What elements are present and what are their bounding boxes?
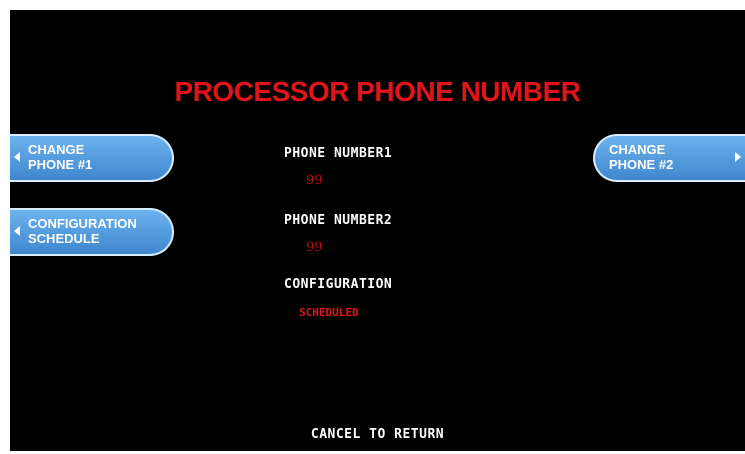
page-title: PROCESSOR PHONE NUMBER — [174, 76, 581, 107]
configuration-schedule-label-line1: CONFIGURATION — [28, 216, 137, 231]
phone-number1-label: PHONE NUMBER1 — [284, 146, 393, 161]
phone-number2-label: PHONE NUMBER2 — [284, 213, 393, 228]
left-pointer-icon — [14, 226, 20, 236]
configuration-schedule-label-line2: SCHEDULE — [28, 231, 100, 246]
cancel-to-return-prompt[interactable]: CANCEL TO RETURN — [10, 427, 745, 442]
configuration-schedule-button[interactable]: CONFIGURATION SCHEDULE — [10, 208, 174, 256]
change-phone-2-label-line2: PHONE #2 — [609, 157, 674, 172]
change-phone-1-label-line2: PHONE #1 — [28, 157, 93, 172]
phone-number2-value: 99 — [306, 240, 323, 255]
left-pointer-icon — [14, 152, 20, 162]
change-phone-2-button[interactable]: CHANGE PHONE #2 — [593, 134, 745, 182]
change-phone-2-label-line1: CHANGE — [609, 142, 666, 157]
right-pointer-icon — [735, 152, 741, 162]
configuration-status-value: SCHEDULED — [299, 306, 359, 319]
configuration-label: CONFIGURATION — [284, 277, 393, 292]
phone-number1-value: 99 — [306, 173, 323, 188]
atm-screen: PROCESSOR PHONE NUMBER CHANGE PHONE #1 C… — [10, 10, 745, 451]
change-phone-1-label-line1: CHANGE — [28, 142, 85, 157]
change-phone-1-button[interactable]: CHANGE PHONE #1 — [10, 134, 174, 182]
